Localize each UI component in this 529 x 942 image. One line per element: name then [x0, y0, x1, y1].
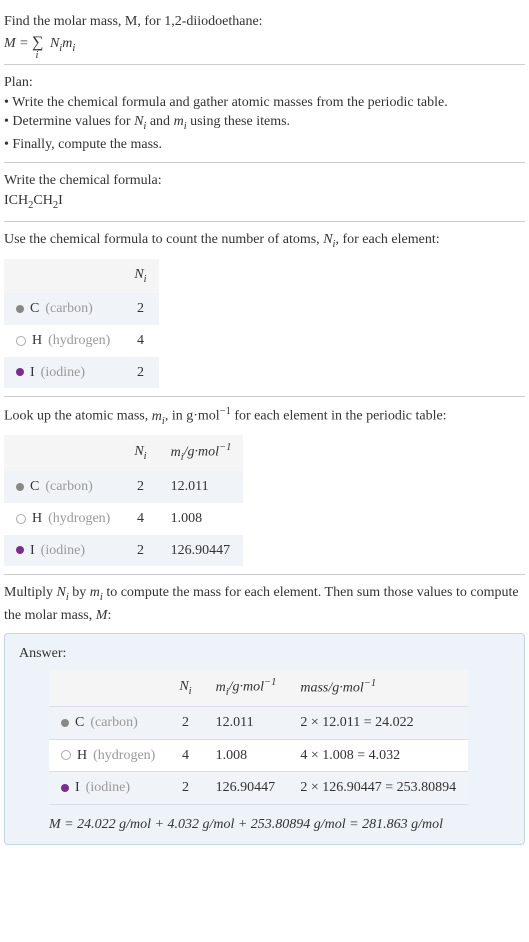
plan-heading: Plan: [4, 73, 525, 93]
sigma-index: i [36, 50, 39, 61]
element-symbol: C [75, 713, 84, 733]
intro-line: Find the molar mass, M, for 1,2-diiodoet… [4, 12, 525, 32]
mass-calc: 2 × 12.011 = 24.022 [288, 707, 468, 740]
element-symbol: H [77, 746, 87, 766]
count-value: 2 [122, 535, 158, 567]
table-row: H (hydrogen) 4 1.008 [4, 503, 243, 535]
plan-bullet-3: • Finally, compute the mass. [4, 135, 525, 155]
count-atoms-heading: Use the chemical formula to count the nu… [4, 230, 525, 252]
table-row: C (carbon) 2 [4, 293, 159, 325]
mass-calc: 2 × 126.90447 = 253.80894 [288, 772, 468, 805]
count-value: 2 [167, 707, 203, 740]
multiply-section: Multiply Ni by mi to compute the mass fo… [4, 575, 525, 853]
hydrogen-bullet-icon [16, 336, 26, 346]
table-row: H (hydrogen) 4 [4, 325, 159, 357]
element-symbol: H [32, 509, 42, 529]
atomic-mass-heading: Look up the atomic mass, mi, in g·mol−1 … [4, 405, 525, 429]
element-name: (hydrogen) [93, 746, 155, 766]
iodine-bullet-icon [16, 546, 24, 554]
element-symbol: H [32, 331, 42, 351]
table-row: I (iodine) 2 126.90447 [4, 535, 243, 567]
mass-calc: 4 × 1.008 = 4.032 [288, 739, 468, 772]
plan-bullet-1: • Write the chemical formula and gather … [4, 93, 525, 113]
final-molar-mass: M = 24.022 g/mol + 4.032 g/mol + 253.808… [49, 815, 510, 835]
iodine-bullet-icon [61, 784, 69, 792]
element-name: (iodine) [86, 778, 130, 798]
element-name: (carbon) [90, 713, 137, 733]
count-value: 4 [122, 325, 158, 357]
answer-label: Answer: [19, 644, 510, 664]
element-name: (carbon) [45, 299, 92, 319]
formula-lhs: M = [4, 36, 32, 51]
mass-value: 12.011 [159, 471, 244, 503]
table-row: C (carbon) 2 12.011 2 × 12.011 = 24.022 [49, 707, 468, 740]
answer-box: Answer: Nimi/g·mol−1mass/g·mol−1 C (carb… [4, 633, 525, 845]
element-symbol: I [30, 363, 35, 383]
count-value: 2 [122, 471, 158, 503]
table-row: I (iodine) 2 126.90447 2 × 126.90447 = 2… [49, 772, 468, 805]
table-header-ni: Ni [122, 259, 158, 293]
count-atoms-table: Ni C (carbon) 2 H (hydrogen) 4 I (iodine… [4, 259, 159, 388]
table-row: I (iodine) 2 [4, 357, 159, 389]
plan-section: Plan: • Write the chemical formula and g… [4, 65, 525, 163]
carbon-bullet-icon [16, 483, 24, 491]
element-name: (iodine) [41, 541, 85, 561]
element-name: (hydrogen) [48, 331, 110, 351]
count-value: 2 [122, 357, 158, 389]
table-row: H (hydrogen) 4 1.008 4 × 1.008 = 4.032 [49, 739, 468, 772]
mass-value: 1.008 [159, 503, 244, 535]
sigma-symbol: ∑ [32, 34, 43, 51]
hydrogen-bullet-icon [61, 750, 71, 760]
carbon-bullet-icon [61, 719, 69, 727]
element-name: (hydrogen) [48, 509, 110, 529]
carbon-bullet-icon [16, 305, 24, 313]
chem-formula-heading: Write the chemical formula: [4, 171, 525, 191]
plan-bullet-2: • Determine values for Ni and mi using t… [4, 112, 525, 134]
intro-section: Find the molar mass, M, for 1,2-diiodoet… [4, 4, 525, 65]
mass-value: 12.011 [204, 707, 289, 740]
element-symbol: C [30, 299, 39, 319]
atomic-mass-section: Look up the atomic mass, mi, in g·mol−1 … [4, 397, 525, 575]
mass-value: 1.008 [204, 739, 289, 772]
mass-value: 126.90447 [159, 535, 244, 567]
hydrogen-bullet-icon [16, 514, 26, 524]
element-symbol: I [75, 778, 80, 798]
formula-rhs: Nimi [46, 36, 75, 51]
element-symbol: C [30, 477, 39, 497]
chem-formula: ICH2CH2I [4, 191, 525, 213]
count-value: 2 [122, 293, 158, 325]
mass-value: 126.90447 [204, 772, 289, 805]
element-symbol: I [30, 541, 35, 561]
chemical-formula-section: Write the chemical formula: ICH2CH2I [4, 163, 525, 222]
table-header-ni: Ni [122, 435, 158, 471]
table-row: C (carbon) 2 12.011 [4, 471, 243, 503]
count-value: 4 [122, 503, 158, 535]
table-header-mi: mi/g·mol−1 [204, 670, 289, 707]
element-name: (iodine) [41, 363, 85, 383]
multiply-heading: Multiply Ni by mi to compute the mass fo… [4, 583, 525, 625]
count-value: 4 [167, 739, 203, 772]
table-header-mi: mi/g·mol−1 [159, 435, 244, 471]
count-value: 2 [167, 772, 203, 805]
table-header-mass: mass/g·mol−1 [288, 670, 468, 707]
table-header-ni: Ni [167, 670, 203, 707]
iodine-bullet-icon [16, 368, 24, 376]
molar-mass-formula: M = ∑i Nimi [4, 32, 525, 56]
intro-text: Find the molar mass, M, for 1,2-diiodoet… [4, 14, 263, 29]
atomic-mass-table: Nimi/g·mol−1 C (carbon) 2 12.011 H (hydr… [4, 435, 243, 566]
answer-table: Nimi/g·mol−1mass/g·mol−1 C (carbon) 2 12… [49, 670, 468, 805]
element-name: (carbon) [45, 477, 92, 497]
count-atoms-section: Use the chemical formula to count the nu… [4, 222, 525, 397]
